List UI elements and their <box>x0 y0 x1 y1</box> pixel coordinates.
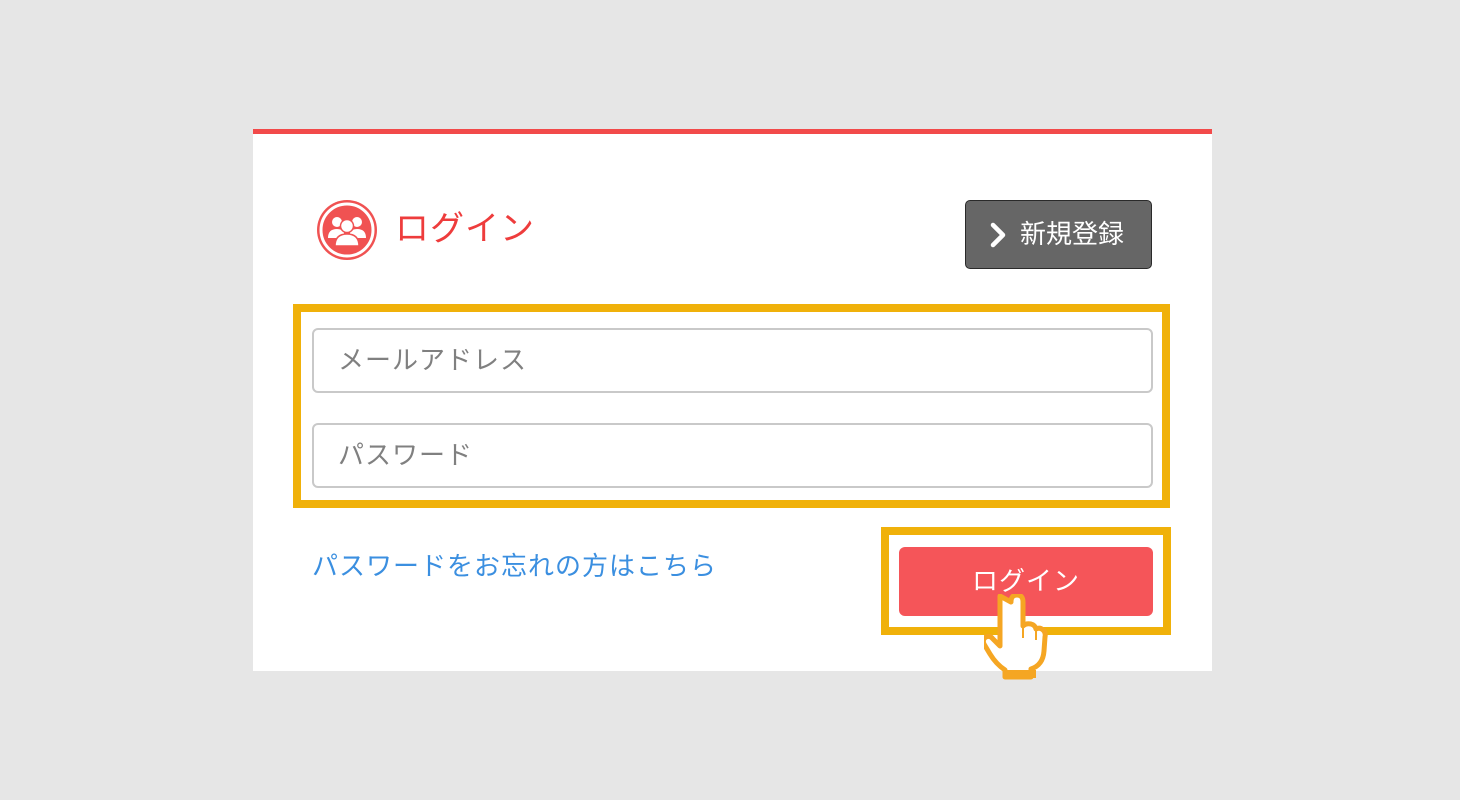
password-placeholder: パスワード <box>338 441 474 471</box>
login-button[interactable]: ログイン <box>899 547 1153 616</box>
users-group-icon <box>317 200 377 260</box>
page-title: ログイン <box>395 209 535 249</box>
register-button[interactable]: 新規登録 <box>965 200 1152 269</box>
chevron-right-icon <box>990 222 1006 248</box>
login-button-label: ログイン <box>971 567 1080 597</box>
email-field[interactable]: メールアドレス <box>312 328 1153 393</box>
register-button-label: 新規登録 <box>1020 220 1125 250</box>
password-field[interactable]: パスワード <box>312 423 1153 488</box>
email-placeholder: メールアドレス <box>338 346 528 376</box>
forgot-password-link[interactable]: パスワードをお忘れの方はこちら <box>312 549 717 585</box>
login-card: ログイン 新規登録 メールアドレス パスワード パスワードをお忘れの方はこちら … <box>253 129 1212 671</box>
